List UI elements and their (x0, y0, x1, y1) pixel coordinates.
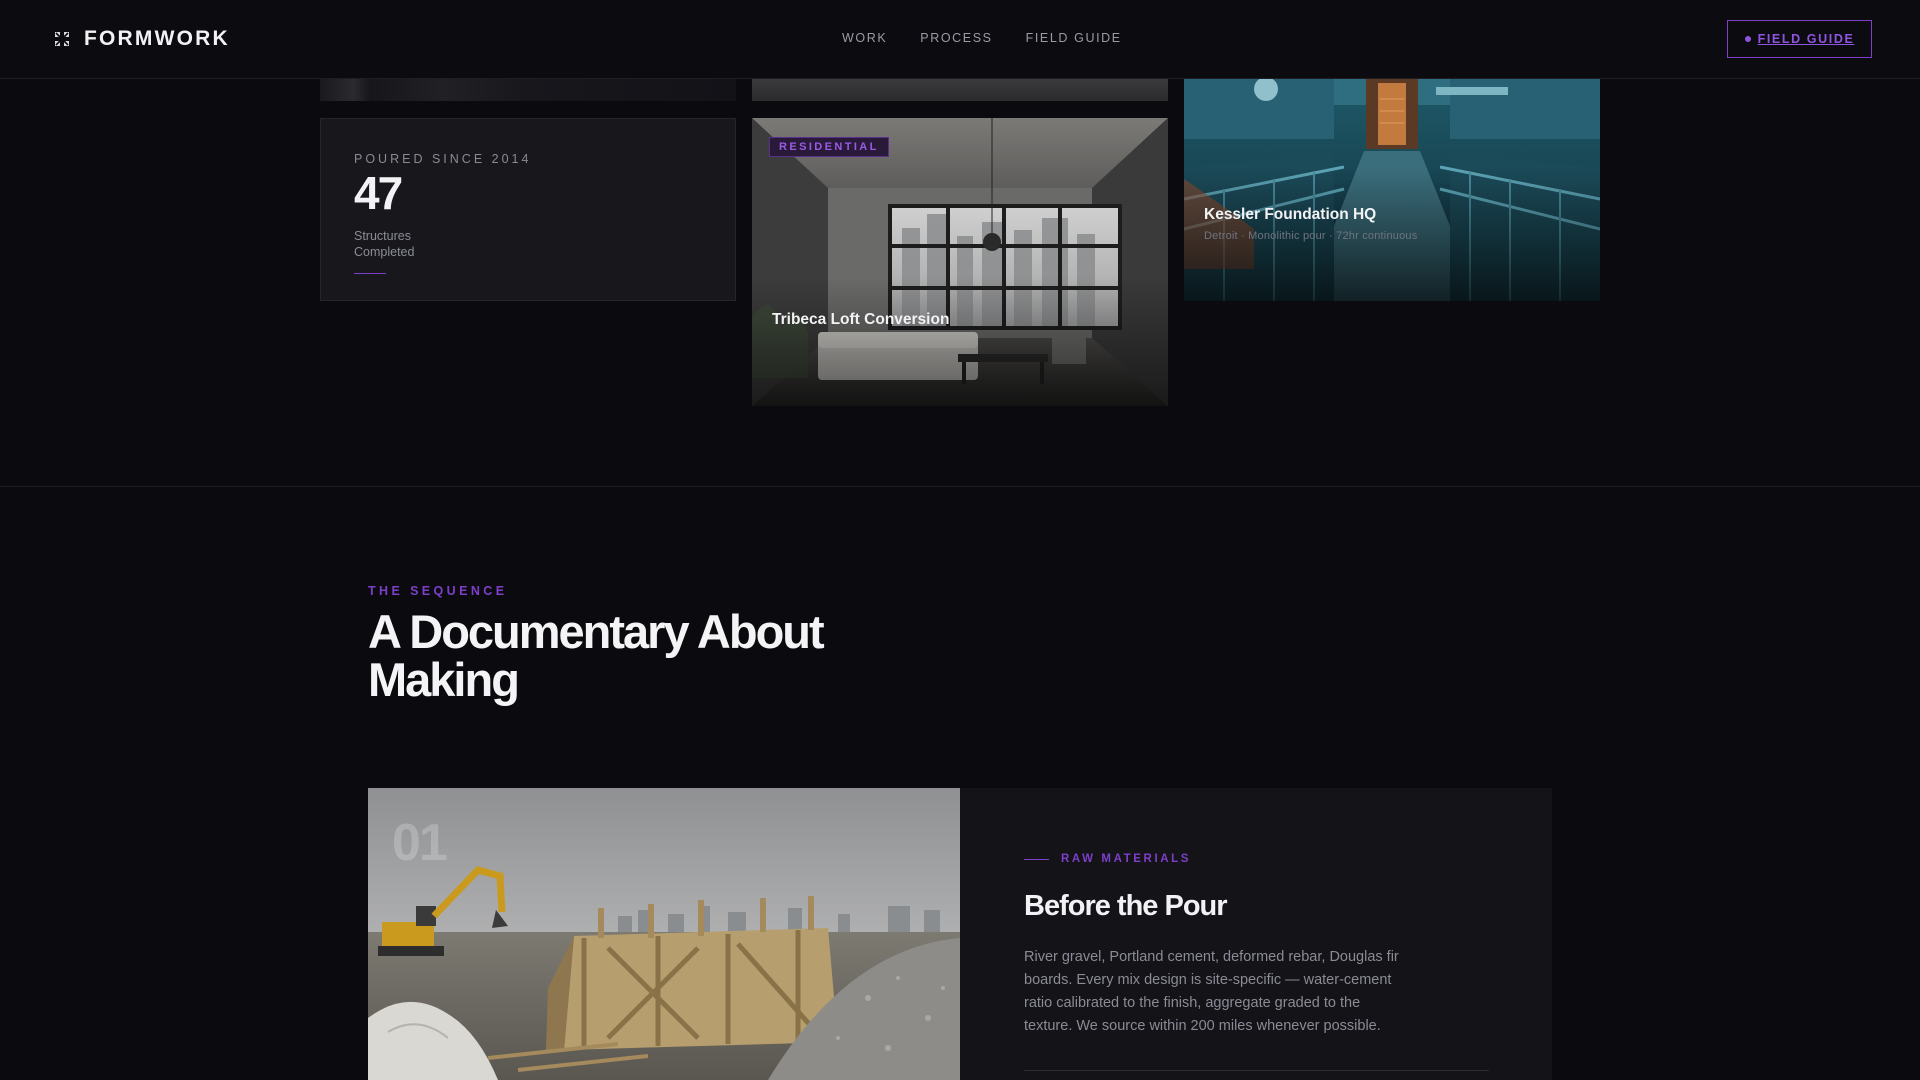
step-title: Before the Pour (1024, 890, 1228, 922)
eyebrow-rule (1024, 858, 1049, 860)
project-card-tribeca[interactable]: RESIDENTIAL Tribeca Loft Conversion (752, 118, 1168, 406)
project-card-partial[interactable] (320, 79, 736, 101)
section-title: A Documentary About Making (368, 605, 825, 706)
step-number: 01 (392, 814, 448, 872)
step-divider (1024, 1070, 1489, 1071)
project-title: Kessler Foundation HQ (1204, 206, 1377, 223)
field-guide-button-label: FIELD GUIDE (1757, 32, 1855, 46)
loft-interior-image (752, 118, 1168, 406)
stat-card: POURED SINCE 2014 47 Structures Complete… (320, 118, 736, 301)
nav-link-work[interactable]: WORK (842, 31, 887, 45)
industrial-stairway-image (1184, 79, 1600, 301)
section-divider (0, 486, 1920, 487)
step-body: River gravel, Portland cement, deformed … (1024, 949, 1399, 1034)
brand-logo[interactable]: FORMWORK (54, 27, 230, 51)
stat-number: 47 (354, 167, 403, 219)
construction-site-image (368, 788, 960, 1080)
stat-divider (354, 273, 386, 274)
project-card-kessler[interactable]: Kessler Foundation HQ Detroit · Monolith… (1184, 79, 1600, 301)
project-meta: Detroit · Monolithic pour · 72hr continu… (1204, 230, 1418, 242)
brand-name: FORMWORK (84, 27, 230, 50)
stat-label: Structures Completed (354, 229, 415, 259)
nav-link-field-guide[interactable]: FIELD GUIDE (1026, 31, 1122, 45)
project-card-partial[interactable] (752, 79, 1168, 101)
nav-link-process[interactable]: PROCESS (920, 31, 992, 45)
field-guide-button[interactable]: FIELD GUIDE (1727, 20, 1872, 58)
main-nav: WORK PROCESS FIELD GUIDE (842, 31, 1122, 45)
dot-icon (1744, 36, 1751, 42)
category-tag: RESIDENTIAL (769, 137, 889, 157)
site-header: FORMWORK WORK PROCESS FIELD GUIDE FIELD … (0, 0, 1920, 79)
grid-x-icon (55, 32, 69, 46)
section-eyebrow: THE SEQUENCE (368, 584, 508, 598)
step-image: 01 (368, 788, 960, 1080)
step-eyebrow: RAW MATERIALS (1024, 853, 1191, 865)
stat-eyebrow: POURED SINCE 2014 (354, 152, 532, 166)
project-title: Tribeca Loft Conversion (772, 311, 950, 328)
step-eyebrow-text: RAW MATERIALS (1061, 853, 1192, 865)
